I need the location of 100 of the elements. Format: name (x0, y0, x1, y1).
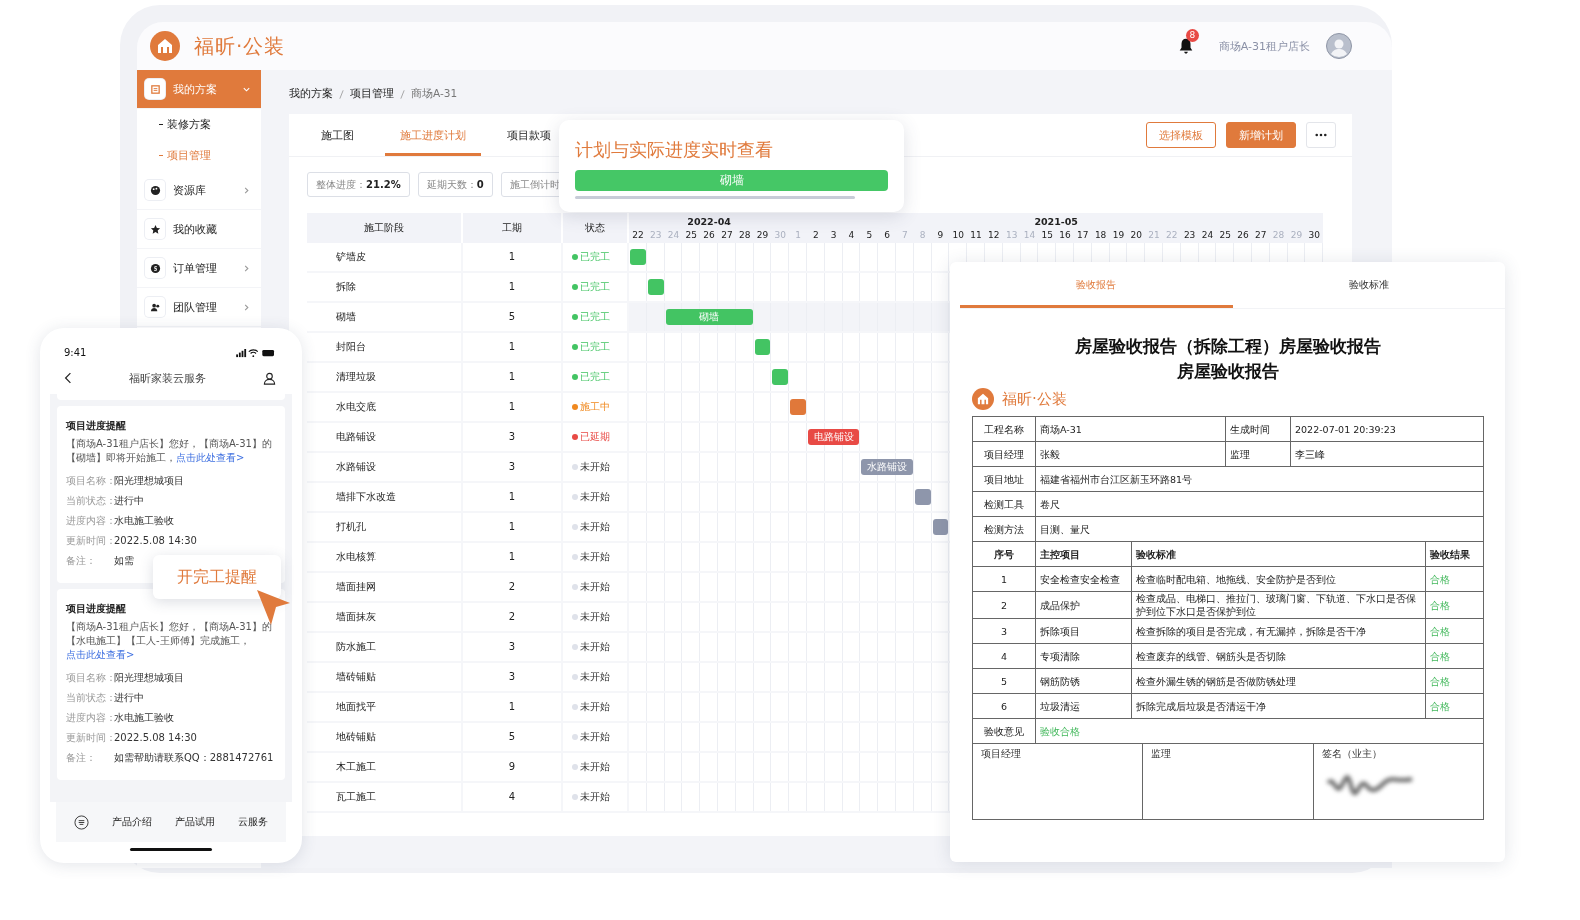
day-label: 12 (987, 229, 1001, 242)
view-link[interactable]: 点击此处查看> (66, 649, 135, 660)
table-cell: 检查废弃的线管、钢筋头是否切除 (1131, 643, 1426, 669)
field-label: 备注： (66, 554, 97, 568)
report-title: 房屋验收报告（拆除工程）房屋验收报告 (1074, 335, 1382, 358)
card-title: 项目进度提醒 (66, 602, 127, 616)
gantt-bar[interactable] (647, 279, 664, 295)
day-label: 14 (1022, 229, 1037, 242)
table-cell: 6 (972, 693, 1036, 719)
gantt-bar[interactable] (790, 399, 806, 415)
status-text: 未开始 (580, 790, 610, 804)
gantt-bar[interactable] (630, 249, 646, 265)
duration-cell: 1 (463, 273, 563, 303)
bottom-tab[interactable]: 产品试用 (175, 815, 216, 829)
day-label: 29 (755, 229, 770, 242)
duration-cell: 1 (463, 513, 563, 543)
stage-cell: 封阳台 (307, 333, 463, 363)
table-cell: 工程名称 (972, 416, 1036, 442)
stage-cell: 地面找平 (307, 693, 463, 723)
table-cell: 2022-07-01 20:39:23 (1290, 416, 1484, 442)
stage-cell: 墙面抹灰 (307, 603, 463, 633)
sidebar-item[interactable]: 资源库 (137, 171, 261, 210)
field-value: 阳光理想城项目 (114, 474, 184, 488)
sidebar-item[interactable]: 我的收藏 (137, 210, 261, 249)
gantt-bar[interactable] (932, 519, 949, 535)
notification-badge: 8 (1185, 29, 1199, 42)
gantt-bar[interactable] (914, 489, 931, 505)
duration-cell: 3 (463, 423, 563, 453)
callout-label: 开完工提醒 (153, 555, 281, 599)
chevron-icon (242, 302, 251, 312)
table-cell: 监理 (1225, 441, 1291, 467)
gantt-bar[interactable] (772, 369, 789, 385)
stat-pill: 整体进度：21.2% (307, 172, 410, 197)
sidebar-subitem[interactable]: 装修方案 (137, 109, 261, 140)
table-cell: 验收合格 (1035, 718, 1484, 744)
stage-cell: 木工施工 (307, 753, 463, 783)
breadcrumb-link[interactable]: 项目管理 (350, 87, 394, 101)
column-header: 状态 (563, 213, 629, 243)
status-text: 已延期 (580, 430, 610, 444)
tooltip-title: 计划与实际进度实时查看 (575, 138, 774, 162)
signature-label: 监理 (1151, 748, 1172, 761)
brand-name: 福昕·公装 (1002, 389, 1067, 409)
back-icon[interactable] (64, 372, 72, 384)
day-label: 4 (847, 229, 856, 242)
duration-cell: 1 (463, 693, 563, 723)
status-text: 未开始 (580, 700, 610, 714)
field-label: 备注： (66, 751, 97, 765)
stage-cell: 墙排下水改造 (307, 483, 463, 513)
gantt-bar[interactable] (754, 339, 771, 355)
status-time: 9:41 (64, 347, 87, 358)
house-logo-icon (972, 388, 994, 410)
team-icon (145, 297, 165, 317)
tab[interactable]: 验收标准 (1232, 262, 1505, 308)
field-value: 进行中 (114, 494, 144, 508)
table-cell: 卷尺 (1035, 491, 1484, 517)
stage-cell: 水电核算 (307, 543, 463, 573)
menu-icon[interactable] (73, 814, 89, 830)
day-label: 23 (648, 229, 663, 242)
day-label: 25 (684, 229, 698, 242)
breadcrumb-link[interactable]: 我的方案 (289, 87, 333, 101)
gantt-bar[interactable]: 电路铺设 (808, 429, 860, 445)
chevron-icon (242, 185, 251, 195)
view-link[interactable]: 点击此处查看> (176, 452, 245, 463)
sidebar-item[interactable]: 团队管理 (137, 288, 261, 327)
field-label: 进度内容： (66, 711, 114, 725)
status-text: 已完工 (580, 340, 610, 354)
sidebar-item[interactable]: 订单管理 (137, 249, 261, 288)
month-label: 2021-05 (1034, 216, 1078, 227)
table-cell: 拆除项目 (1035, 618, 1132, 644)
notification-card[interactable]: 项目进度提醒 【商场A-31租户店长】您好，【商场A-31】的【水电施工】【工人-王师傅】完成施工， 点击此处查看> 项目名称：阳光理想城项目 当前状态：进行中 进度内容：水电施工验收 更新时间：2022.5.08 14:30 备注： 如需帮助请联系QQ：2881472761 (57, 589, 285, 780)
status-text: 未开始 (580, 550, 610, 564)
tab[interactable]: 施工图 (289, 114, 385, 156)
field-value: 水电施工验收 (114, 711, 174, 725)
column-header: 工期 (463, 213, 563, 243)
day-label: 27 (720, 229, 734, 242)
user-icon[interactable] (263, 371, 276, 385)
status-text: 未开始 (580, 640, 610, 654)
status-text: 未开始 (580, 460, 610, 474)
stage-cell: 墙砖铺贴 (307, 663, 463, 693)
day-label: 17 (1076, 229, 1090, 242)
duration-cell: 2 (463, 603, 563, 633)
table-cell: 检查拆除的项目是否完成，有无漏掉，拆除是否干净 (1131, 618, 1426, 644)
breadcrumb-separator-icon (339, 89, 344, 99)
day-label: 18 (1093, 229, 1108, 242)
duration-cell: 3 (463, 663, 563, 693)
avatar-icon[interactable] (1326, 33, 1352, 59)
day-label: 6 (883, 229, 891, 242)
table-cell: 1 (972, 566, 1036, 592)
card-title: 项目进度提醒 (66, 419, 127, 433)
status-text: 未开始 (580, 760, 610, 774)
day-label: 16 (1058, 229, 1072, 242)
more-button[interactable] (1306, 122, 1336, 148)
column-header: 验收结果 (1425, 541, 1484, 567)
more-icon (1315, 133, 1327, 137)
field-value: 2022.5.08 14:30 (114, 731, 197, 745)
day-label: 1 (794, 229, 802, 242)
table-cell: 成品保护 (1035, 591, 1132, 619)
bottom-tab[interactable]: 云服务 (238, 815, 269, 829)
bottom-tab[interactable]: 产品介绍 (111, 815, 152, 829)
coin-icon (145, 258, 165, 278)
